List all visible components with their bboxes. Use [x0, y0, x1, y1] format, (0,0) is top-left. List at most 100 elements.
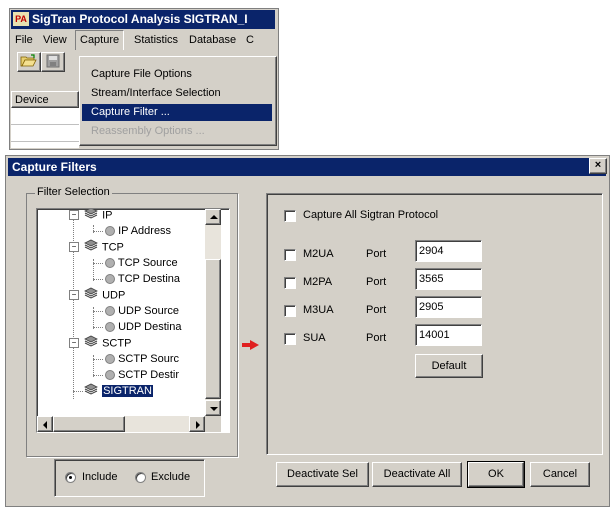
m2pa-port-label: Port [366, 276, 387, 288]
scroll-left-button[interactable] [37, 416, 53, 432]
scroll-thumb[interactable] [53, 416, 125, 432]
horizontal-scrollbar[interactable] [37, 416, 205, 432]
menu-database[interactable]: Database [185, 31, 240, 49]
tree-item-label: SCTP [102, 337, 132, 350]
tree-connector [93, 375, 103, 376]
device-column-header[interactable]: Device [11, 91, 79, 108]
leaf-icon [105, 322, 115, 333]
scroll-up-button[interactable] [205, 209, 221, 225]
protocol-stack-icon [83, 335, 99, 352]
tree-item-sctp[interactable]: − SCTP [69, 335, 131, 351]
app-title-text: SigTran Protocol Analysis SIGTRAN_I [32, 12, 248, 26]
m2ua-checkbox[interactable] [284, 249, 296, 261]
scroll-thumb[interactable] [205, 259, 221, 399]
m2ua-port-input[interactable] [415, 240, 482, 262]
m3ua-checkbox[interactable] [284, 305, 296, 317]
deactivate-selected-button[interactable]: Deactivate Sel [276, 462, 369, 487]
include-radio[interactable] [65, 472, 76, 483]
m2pa-checkbox[interactable] [284, 277, 296, 289]
exclude-radio[interactable] [135, 472, 146, 483]
menu-statistics[interactable]: Statistics [130, 31, 182, 49]
collapse-icon[interactable]: − [69, 242, 79, 252]
include-label[interactable]: Include [82, 471, 117, 483]
sua-port-label: Port [366, 332, 387, 344]
close-icon: × [594, 159, 602, 171]
capture-all-checkbox[interactable] [284, 210, 296, 222]
tree-item-tcp-source[interactable]: TCP Source [89, 255, 178, 271]
tree-item-sctp-source[interactable]: SCTP Sourc [89, 351, 179, 367]
tree-item-sctp-destination[interactable]: SCTP Destir [89, 367, 179, 383]
protocol-stack-icon [83, 287, 99, 304]
dialog-title-bar[interactable]: Capture Filters [8, 158, 606, 176]
sua-port-input[interactable] [415, 324, 482, 346]
tree-connector [93, 231, 103, 232]
menu-item-reassembly-options[interactable]: Reassembly Options ... [82, 123, 272, 140]
arrow-down-icon [210, 407, 218, 411]
tree-item-udp[interactable]: − UDP [69, 287, 125, 303]
m3ua-port-label: Port [366, 304, 387, 316]
leaf-icon [105, 258, 115, 269]
tree-item-label: SCTP Sourc [118, 353, 179, 365]
capture-all-label[interactable]: Capture All Sigtran Protocol [303, 209, 438, 221]
menu-view[interactable]: View [39, 31, 71, 49]
m2ua-label[interactable]: M2UA [303, 248, 334, 260]
close-button[interactable]: × [589, 158, 607, 174]
collapse-icon[interactable]: − [69, 338, 79, 348]
scroll-down-button[interactable] [205, 400, 221, 416]
tree-item-tcp-destination[interactable]: TCP Destina [89, 271, 180, 287]
device-row[interactable] [11, 108, 79, 125]
menu-more[interactable]: C [242, 31, 258, 49]
save-button[interactable] [41, 52, 65, 72]
tree-item-udp-destination[interactable]: UDP Destina [89, 319, 181, 335]
menu-item-capture-file-options[interactable]: Capture File Options [82, 66, 272, 83]
protocol-stack-icon [83, 383, 99, 400]
m2ua-port-label: Port [366, 248, 387, 260]
filter-selection-label: Filter Selection [35, 186, 112, 198]
exclude-label[interactable]: Exclude [151, 471, 190, 483]
app-title-bar[interactable]: PA SigTran Protocol Analysis SIGTRAN_I [11, 10, 275, 29]
menu-item-capture-filter[interactable]: Capture Filter ... [82, 104, 272, 121]
m2pa-label[interactable]: M2PA [303, 276, 332, 288]
menu-capture[interactable]: Capture [75, 30, 125, 50]
tree-item-sigtran[interactable]: SIGTRAN [69, 383, 153, 399]
tree-item-label: TCP Destina [117, 273, 181, 285]
scroll-right-button[interactable] [189, 416, 205, 432]
cancel-button[interactable]: Cancel [530, 462, 590, 487]
filter-tree[interactable]: − IP IP Address − TCP TCP Source TCP Des… [36, 208, 230, 433]
vertical-scrollbar[interactable] [205, 209, 221, 416]
collapse-icon[interactable]: − [69, 210, 79, 220]
tree-item-tcp[interactable]: − TCP [69, 239, 124, 255]
menu-file[interactable]: File [11, 31, 37, 49]
m3ua-port-input[interactable] [415, 296, 482, 318]
tree-connector [93, 327, 103, 328]
tree-item-label: IP [102, 209, 113, 222]
tree-connector [93, 359, 103, 360]
tree-item-label: SIGTRAN [102, 385, 153, 398]
tree-item-ip[interactable]: − IP [69, 209, 113, 223]
leaf-icon [105, 370, 115, 381]
device-row[interactable] [11, 125, 79, 142]
sua-checkbox[interactable] [284, 333, 296, 345]
scroll-corner [205, 416, 221, 432]
tree-item-label: UDP Source [118, 305, 179, 317]
capture-menu-dropdown: Capture File Options Stream/Interface Se… [79, 56, 277, 146]
tree-item-label: TCP [101, 241, 124, 254]
m3ua-label[interactable]: M3UA [303, 304, 334, 316]
leaf-icon [105, 274, 115, 285]
tree-item-ip-address[interactable]: IP Address [89, 223, 171, 239]
m2pa-port-input[interactable] [415, 268, 482, 290]
collapse-icon[interactable]: − [69, 290, 79, 300]
default-button[interactable]: Default [415, 354, 483, 378]
deactivate-all-button[interactable]: Deactivate All [372, 462, 462, 487]
tree-connector [93, 279, 103, 280]
open-folder-button[interactable] [17, 52, 41, 72]
sua-label[interactable]: SUA [303, 332, 326, 344]
protocol-stack-icon [83, 239, 99, 256]
ok-button[interactable]: OK [467, 461, 525, 488]
arrow-left-icon [43, 421, 47, 429]
leaf-icon [105, 306, 115, 317]
device-row[interactable] [11, 142, 79, 148]
arrow-up-icon [210, 215, 218, 219]
tree-item-udp-source[interactable]: UDP Source [89, 303, 179, 319]
menu-item-stream-interface-selection[interactable]: Stream/Interface Selection [82, 85, 272, 102]
